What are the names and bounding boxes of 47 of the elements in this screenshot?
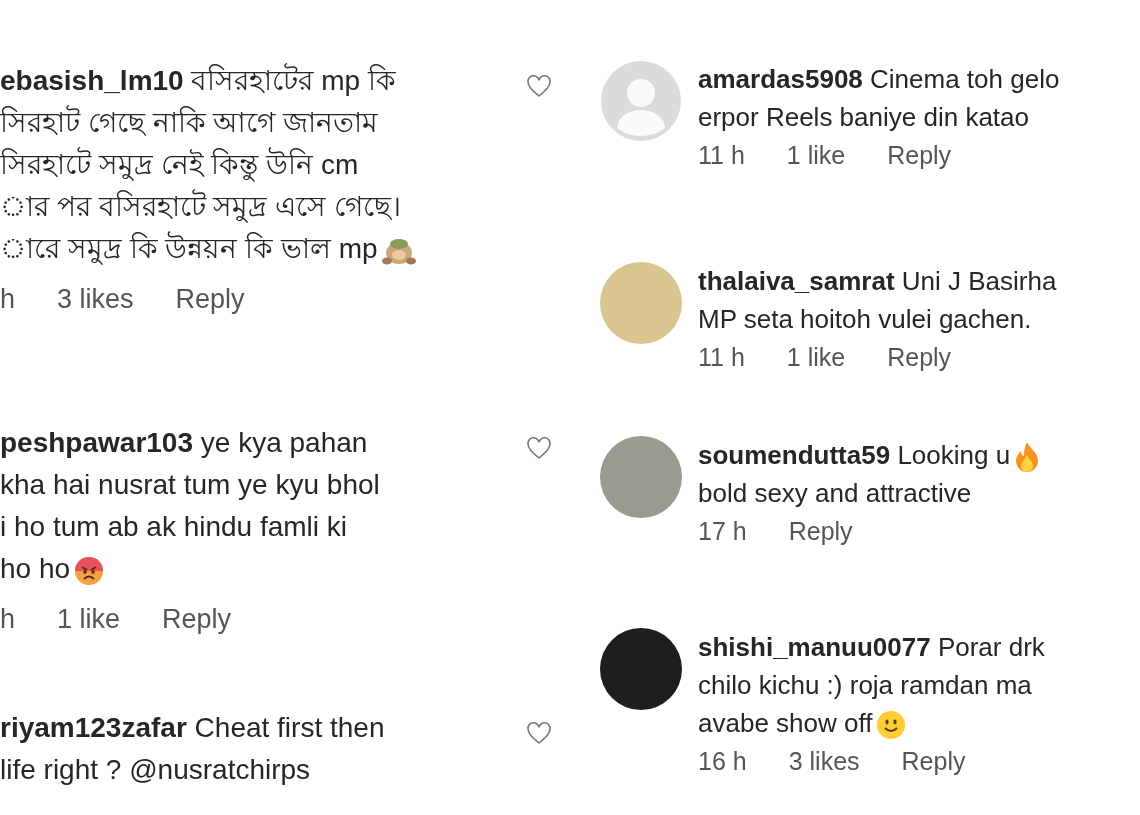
username-link[interactable]: soumendutta59: [698, 440, 891, 470]
like-count[interactable]: 1 like: [57, 602, 121, 636]
like-count[interactable]: 1 like: [786, 138, 846, 172]
comment-time: 17 h: [698, 516, 747, 547]
comment-time: 11 h: [698, 140, 745, 171]
reply-link[interactable]: Reply: [788, 514, 853, 548]
reply-link[interactable]: Reply: [175, 282, 245, 316]
like-count[interactable]: 1 like: [786, 340, 846, 374]
comment-text: সিরহাট গেছে নাকি আগে জানতাম: [0, 107, 379, 138]
reply-link[interactable]: Reply: [887, 340, 952, 374]
username-link[interactable]: riyam123zafar: [0, 712, 187, 743]
comment-text: erpor Reels baniye din katao: [698, 102, 1029, 132]
comment-text: MP seta hoitoh vulei gachen.: [698, 304, 1032, 334]
comment-time: h: [0, 603, 16, 636]
like-count[interactable]: 3 likes: [788, 744, 860, 778]
comment-text: Cheat first then: [194, 712, 385, 743]
like-heart-icon[interactable]: [526, 436, 552, 460]
comment-text: Porar drk: [937, 632, 1045, 662]
username-link[interactable]: amardas5908: [698, 64, 863, 94]
comment-text: Cinema toh gelo: [870, 64, 1060, 94]
username-link[interactable]: peshpawar103: [0, 427, 193, 458]
username-link[interactable]: ebasish_lm10: [0, 65, 184, 96]
comment-text: Uni J Basirha: [901, 266, 1057, 296]
comment-time: 11 h: [698, 342, 745, 373]
like-count[interactable]: 3 likes: [57, 282, 134, 316]
comment-text: ye kya pahan: [200, 427, 368, 458]
reply-link[interactable]: Reply: [887, 138, 952, 172]
comment-text: chilo kichu :) roja ramdan ma: [698, 670, 1032, 700]
comment-time: 16 h: [698, 746, 747, 777]
comment-text: life right ? @nusratchirps: [0, 754, 311, 785]
username-link[interactable]: thalaiva_samrat: [698, 266, 895, 296]
comment-text: avabe show off: [698, 708, 873, 738]
like-heart-icon[interactable]: [526, 74, 552, 98]
comment-text: kha hai nusrat tum ye kyu bhol: [0, 469, 380, 500]
comment-time: h: [0, 283, 16, 316]
comment-text: i ho tum ab ak hindu famli ki: [0, 511, 348, 542]
reply-link[interactable]: Reply: [901, 744, 966, 778]
comment-text: সিরহাটে সমুদ্র নেই কিন্তু উনি cm: [0, 149, 359, 180]
comment-text: bold sexy and attractive: [698, 478, 972, 508]
like-heart-icon[interactable]: [526, 721, 552, 745]
comment-text: Looking u: [897, 440, 1011, 470]
comment-text: ারে সমুদ্র কি উন্নয়ন কি ভাল mp: [0, 233, 378, 264]
username-link[interactable]: shishi_manuu0077: [698, 632, 931, 662]
comment-text: ার পর বসিরহাটে সমুদ্র এসে গেছে।: [0, 191, 401, 222]
comment-text: ho ho: [0, 553, 71, 584]
comment-text: বসিরহাটের mp কি: [191, 65, 396, 96]
reply-link[interactable]: Reply: [162, 602, 232, 636]
